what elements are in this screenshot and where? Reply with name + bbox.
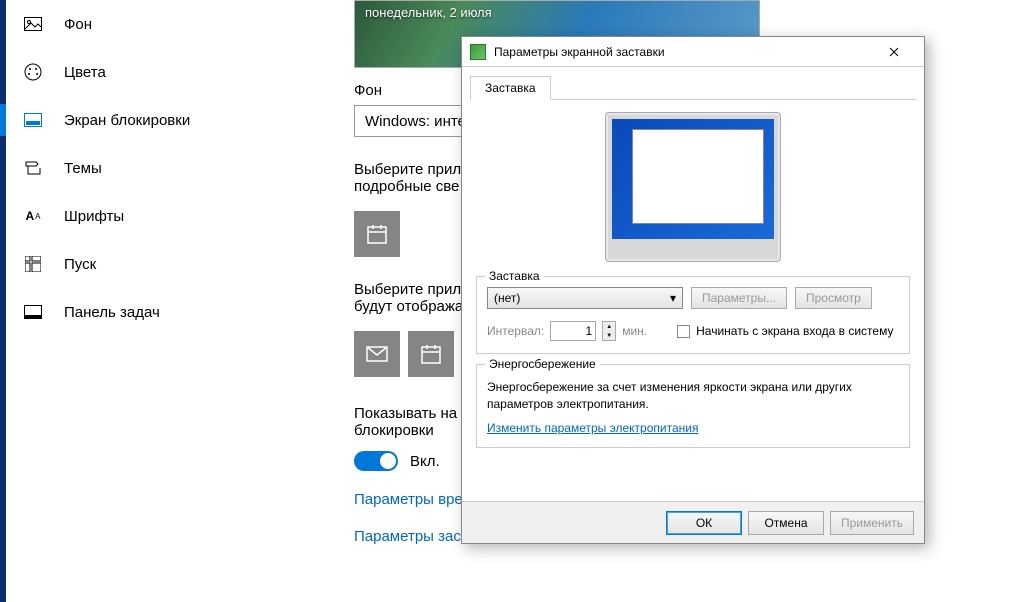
dialog-icon (470, 44, 486, 60)
sidebar-item-colors[interactable]: Цвета (6, 48, 326, 96)
close-button[interactable] (872, 42, 916, 62)
dialog-title: Параметры экранной заставки (494, 45, 872, 59)
interval-unit: мин. (622, 324, 647, 338)
close-icon (889, 47, 899, 57)
palette-icon (24, 63, 42, 81)
sidebar-nav: Фон Цвета Экран блокировки Темы AA Шрифт… (6, 0, 326, 602)
calendar-tile[interactable] (354, 211, 400, 257)
start-icon (24, 255, 42, 273)
ok-button[interactable]: ОК (666, 511, 742, 535)
sidebar-item-lock-screen[interactable]: Экран блокировки (6, 96, 326, 144)
sidebar-item-fonts[interactable]: AA Шрифты (6, 192, 326, 240)
sidebar-item-label: Панель задач (64, 304, 160, 321)
sidebar-item-label: Цвета (64, 64, 106, 81)
energy-legend: Энергосбережение (485, 357, 600, 371)
interval-spinner[interactable]: ▲▼ (602, 321, 616, 341)
theme-icon (24, 159, 42, 177)
screensaver-legend: Заставка (485, 269, 544, 283)
dropdown-value: Windows: инте (365, 113, 466, 130)
monitor-preview (605, 112, 781, 262)
chevron-down-icon: ▾ (670, 291, 676, 305)
dialog-footer: ОК Отмена Применить (462, 501, 924, 543)
font-icon: AA (24, 207, 42, 225)
preview-button[interactable]: Просмотр (795, 287, 872, 309)
image-icon (24, 15, 42, 33)
apply-button[interactable]: Применить (830, 511, 914, 535)
interval-input[interactable] (550, 321, 596, 341)
sidebar-item-label: Пуск (64, 256, 96, 273)
preview-date-text: понедельник, 2 июля (365, 5, 492, 20)
screensaver-dialog: Параметры экранной заставки Заставка Зас… (461, 36, 925, 544)
sidebar-item-taskbar[interactable]: Панель задач (6, 288, 326, 336)
energy-link[interactable]: Изменить параметры электропитания (487, 421, 698, 435)
sidebar-item-start[interactable]: Пуск (6, 240, 326, 288)
params-button[interactable]: Параметры... (691, 287, 787, 309)
screensaver-combo[interactable]: (нет) ▾ (487, 287, 683, 309)
logon-checkbox[interactable] (677, 325, 690, 338)
interval-row: Интервал: ▲▼ мин. Начинать с экрана вход… (487, 321, 899, 341)
calendar-tile-2[interactable] (408, 331, 454, 377)
sidebar-item-label: Фон (64, 16, 92, 33)
sidebar-item-background[interactable]: Фон (6, 0, 326, 48)
sidebar-item-label: Темы (64, 160, 102, 177)
screensaver-group: Заставка (нет) ▾ Параметры... Просмотр И… (476, 276, 910, 354)
energy-text: Энергосбережение за счет изменения яркос… (487, 379, 899, 413)
cancel-button[interactable]: Отмена (748, 511, 824, 535)
dialog-tabbar: Заставка (470, 75, 916, 100)
dialog-body: Заставка (нет) ▾ Параметры... Просмотр И… (462, 100, 924, 470)
toggle-label: Вкл. (410, 453, 440, 470)
lock-screen-icon (24, 111, 42, 129)
sidebar-item-label: Шрифты (64, 208, 124, 225)
checkbox-label: Начинать с экрана входа в систему (696, 324, 893, 338)
mail-tile[interactable] (354, 331, 400, 377)
dialog-titlebar: Параметры экранной заставки (462, 37, 924, 67)
taskbar-icon (24, 303, 42, 321)
energy-group: Энергосбережение Энергосбережение за сче… (476, 364, 910, 448)
interval-label: Интервал: (487, 324, 544, 338)
combo-value: (нет) (494, 291, 520, 305)
toggle-switch[interactable] (354, 451, 398, 471)
tab-screensaver[interactable]: Заставка (470, 76, 551, 100)
sidebar-item-themes[interactable]: Темы (6, 144, 326, 192)
sidebar-item-label: Экран блокировки (64, 112, 190, 129)
